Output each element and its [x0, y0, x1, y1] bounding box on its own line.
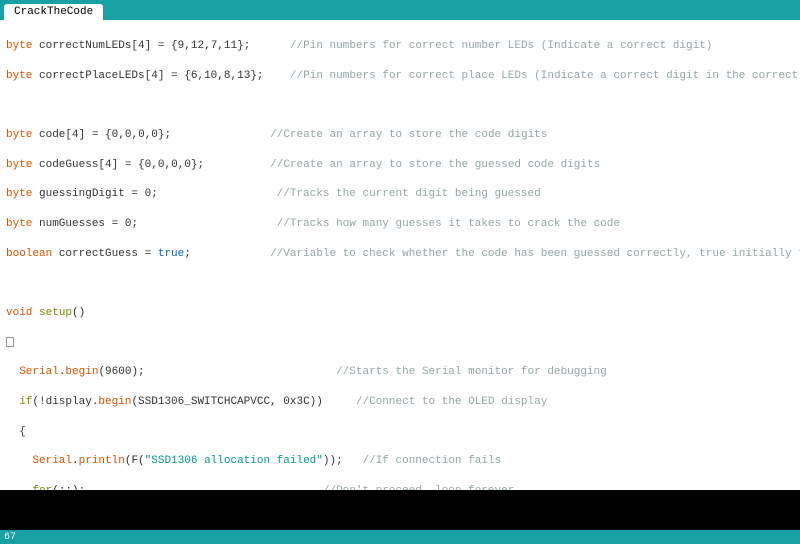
tab-bar: CrackTheCode	[0, 0, 800, 20]
code-editor[interactable]: byte correctNumLEDs[4] = {9,12,7,11}; //…	[0, 20, 800, 490]
kw: byte	[6, 40, 32, 52]
fold-marker-icon[interactable]	[6, 337, 14, 347]
console-area	[0, 490, 800, 530]
status-bar: 67	[0, 530, 800, 544]
line-number: 67	[4, 532, 16, 543]
tab-crackthecode[interactable]: CrackTheCode	[4, 4, 103, 20]
